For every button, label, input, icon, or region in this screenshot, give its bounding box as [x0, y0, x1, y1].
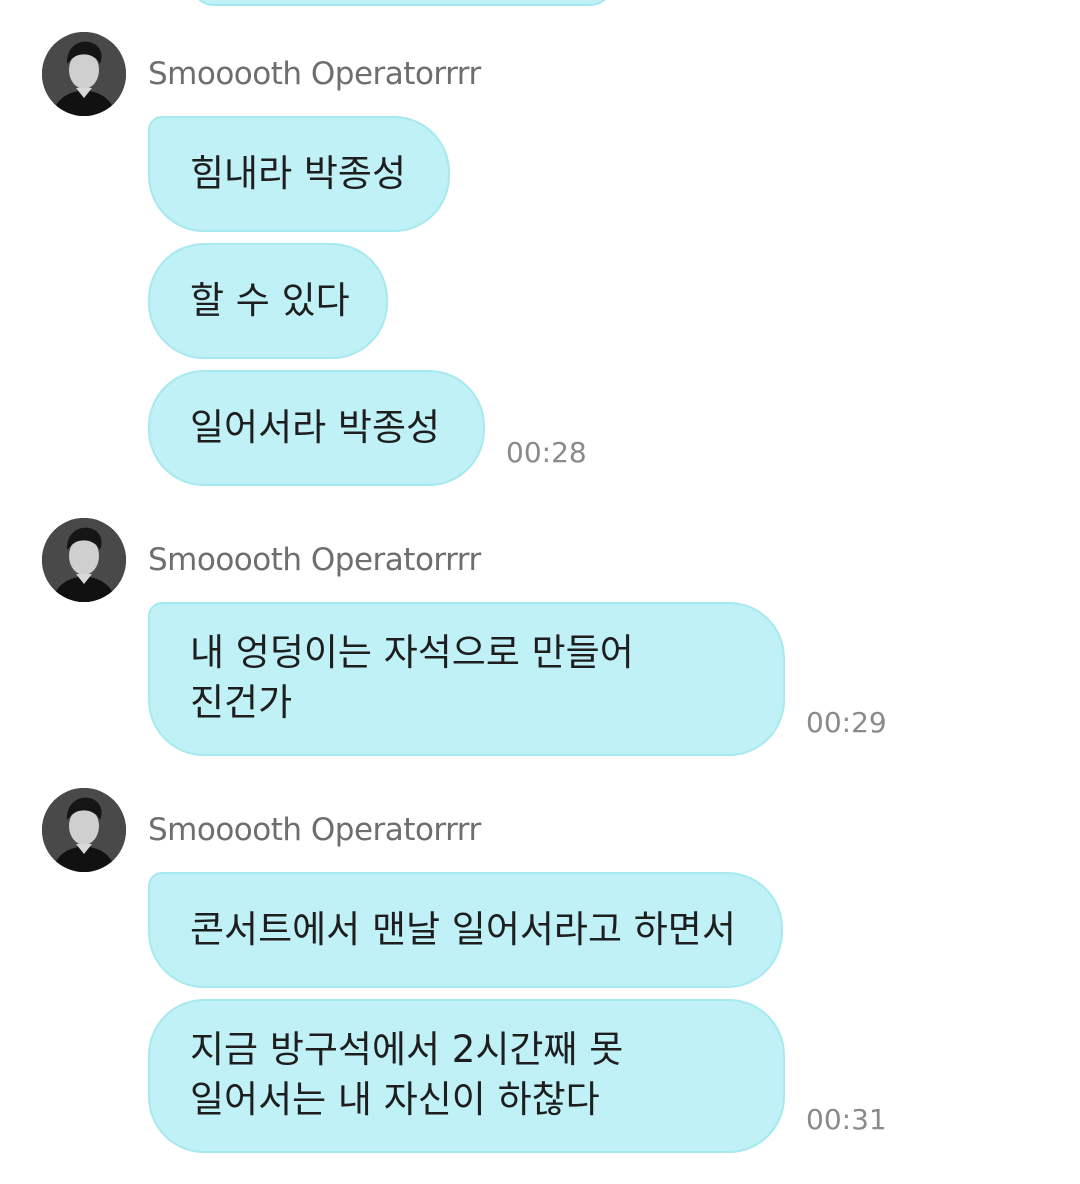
message-text: 콘서트에서 맨날 일어서라고 하면서	[190, 908, 736, 951]
message-text: 일어서는 내 자신이 하찮다	[190, 1078, 600, 1121]
message-bubble[interactable]: 내 엉덩이는 자석으로 만들어 진건가	[148, 602, 785, 756]
message-text: 할 수 있다	[190, 279, 350, 322]
message-text: 진건가	[190, 681, 293, 724]
sender-name: Smooooth Operatorrrr	[148, 542, 481, 578]
avatar[interactable]	[42, 518, 126, 602]
message-text: 지금 방구석에서 2시간째 못	[190, 1028, 624, 1071]
message-bubble[interactable]: 일어서라 박종성	[148, 370, 485, 486]
sender-name: Smooooth Operatorrrr	[148, 56, 481, 92]
profile-photo-icon	[42, 518, 126, 602]
message-bubble[interactable]: 지금 방구석에서 2시간째 못 일어서는 내 자신이 하찮다	[148, 999, 785, 1153]
profile-photo-icon	[42, 32, 126, 116]
profile-photo-icon	[42, 788, 126, 872]
message-timestamp: 00:28	[506, 436, 587, 469]
message-timestamp: 00:31	[806, 1103, 887, 1136]
message-bubble[interactable]: 힘내라 박종성	[148, 116, 450, 232]
message-timestamp: 00:29	[806, 706, 887, 739]
message-bubble[interactable]: 할 수 있다	[148, 243, 388, 359]
message-text: 일어서라 박종성	[190, 406, 441, 449]
avatar[interactable]	[42, 32, 126, 116]
message-text: 내 엉덩이는 자석으로 만들어	[190, 631, 634, 674]
message-text: 힘내라 박종성	[190, 152, 407, 195]
avatar[interactable]	[42, 788, 126, 872]
sender-name: Smooooth Operatorrrr	[148, 812, 481, 848]
previous-message-bubble[interactable]	[190, 0, 614, 6]
message-bubble[interactable]: 콘서트에서 맨날 일어서라고 하면서	[148, 872, 783, 988]
